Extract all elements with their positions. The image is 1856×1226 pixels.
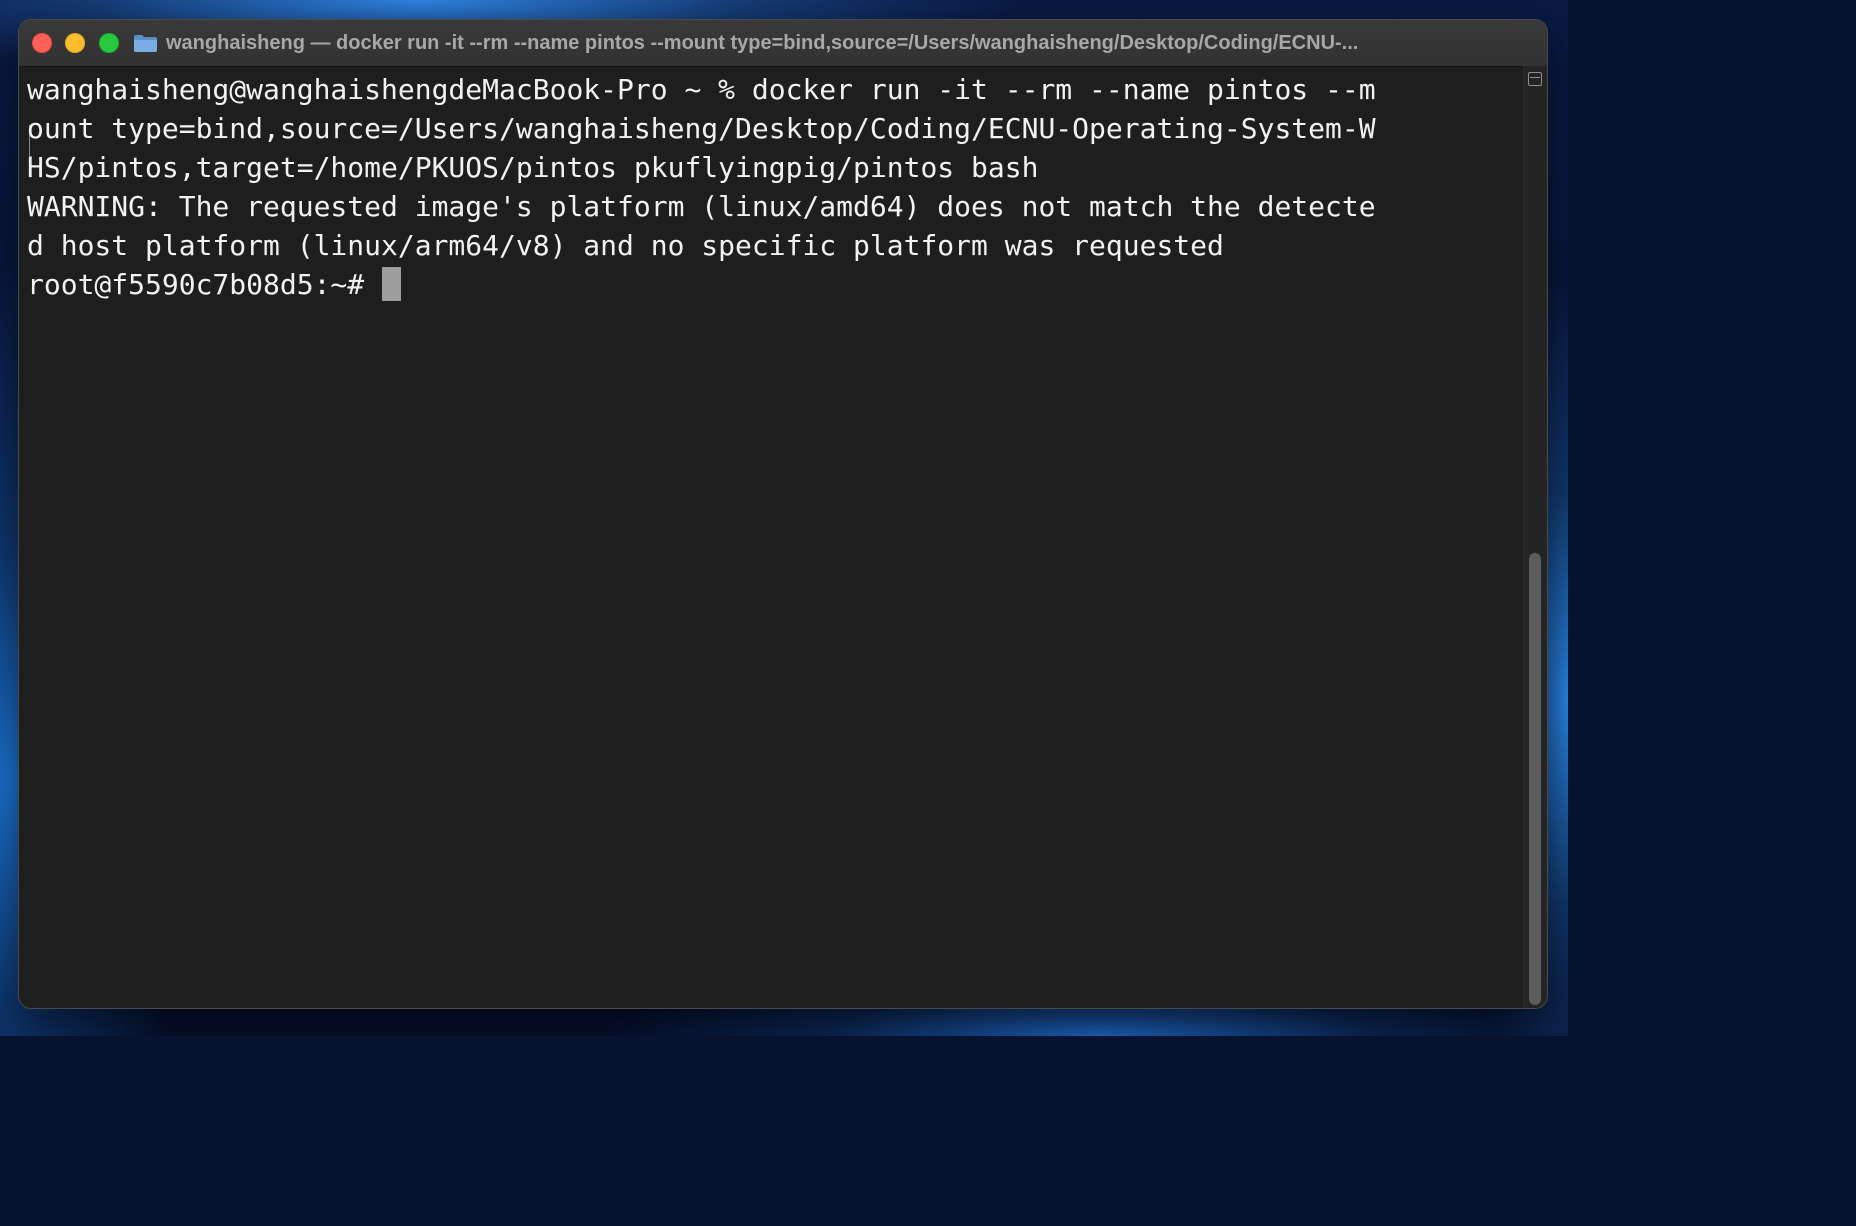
- folder-icon: [134, 35, 157, 52]
- window-title: wanghaisheng — docker run -it --rm --nam…: [166, 32, 1359, 54]
- close-button[interactable]: [32, 33, 52, 53]
- terminal-line: wanghaisheng@wanghaishengdeMacBook-Pro ~…: [27, 73, 1376, 106]
- close-icon: [32, 33, 52, 53]
- text-cursor: [382, 267, 402, 301]
- shell-prompt: root@f5590c7b08d5:~#: [27, 268, 365, 301]
- zoom-icon: [99, 33, 119, 53]
- minimize-icon: [65, 33, 85, 53]
- minimize-button[interactable]: [65, 33, 85, 53]
- terminal-content[interactable]: wanghaisheng@wanghaishengdeMacBook-Pro ~…: [27, 70, 1527, 1000]
- title-bar[interactable]: wanghaisheng — docker run -it --rm --nam…: [19, 20, 1547, 67]
- terminal-line: HS/pintos,target=/home/PKUOS/pintos pkuf…: [27, 151, 1039, 184]
- terminal-line: WARNING: The requested image's platform …: [27, 190, 1376, 223]
- terminal-window[interactable]: wanghaisheng — docker run -it --rm --nam…: [19, 20, 1547, 1008]
- prompt-line[interactable]: root@f5590c7b08d5:~#: [27, 265, 1525, 304]
- desktop-background: wanghaisheng — docker run -it --rm --nam…: [0, 0, 1568, 1036]
- terminal-line: ount type=bind,source=/Users/wanghaishen…: [27, 112, 1376, 145]
- split-pane-icon[interactable]: [1528, 72, 1542, 86]
- zoom-button[interactable]: [99, 33, 119, 53]
- terminal-line: d host platform (linux/arm64/v8) and no …: [27, 229, 1224, 262]
- scrollbar-thumb[interactable]: [1529, 553, 1541, 1005]
